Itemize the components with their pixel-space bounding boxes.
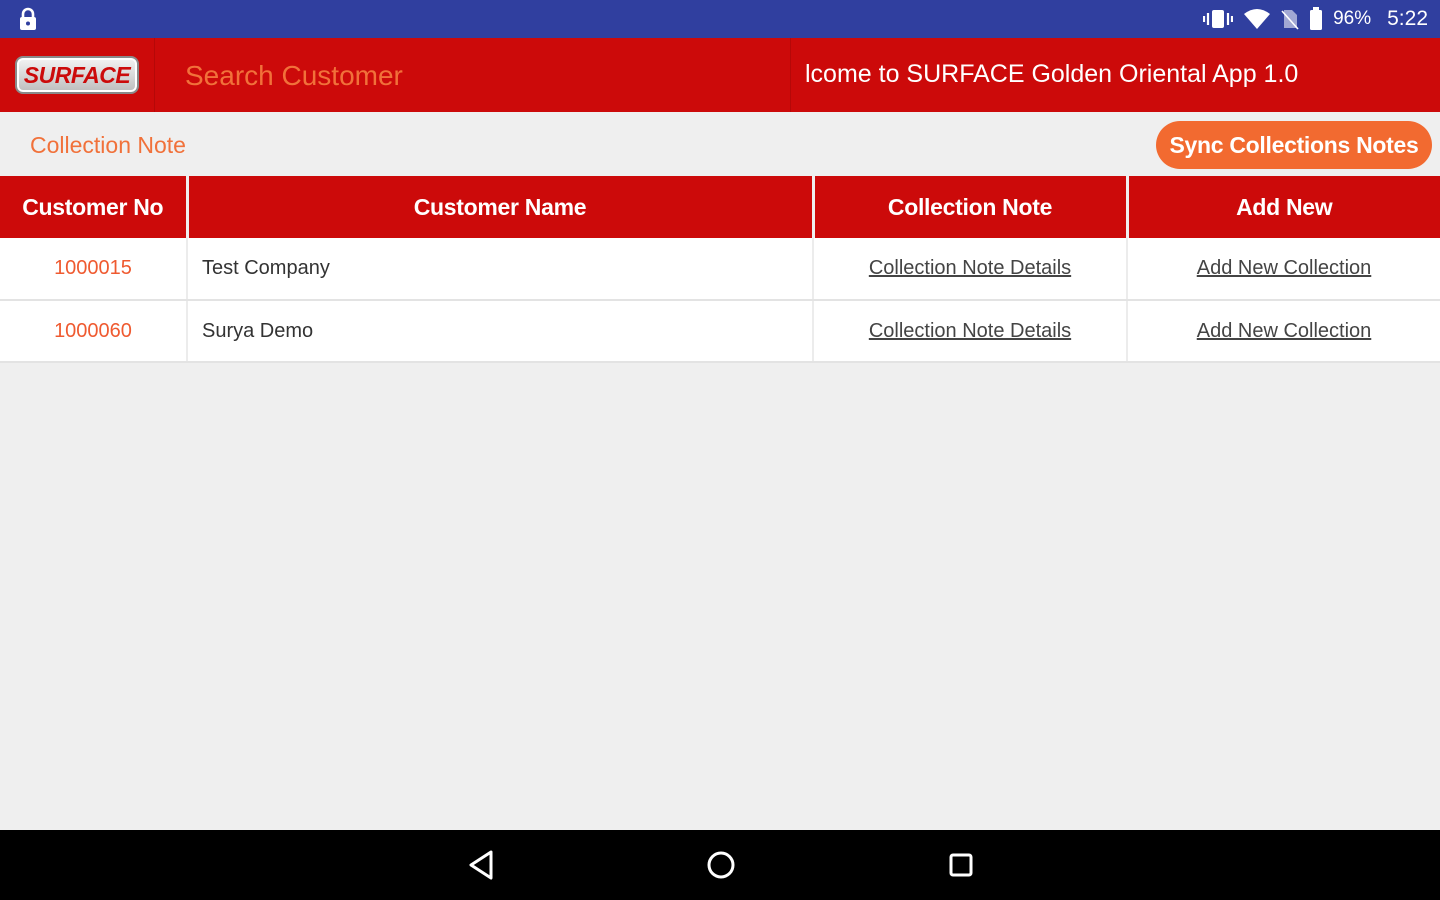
collection-note-details-link[interactable]: Collection Note Details <box>869 257 1071 279</box>
add-new-collection-link[interactable]: Add New Collection <box>1197 257 1372 279</box>
collection-note-cell: Collection Note Details <box>813 238 1128 301</box>
customer-no-cell: 1000015 <box>0 238 188 301</box>
column-header-customer-name: Customer Name <box>187 176 815 238</box>
back-button[interactable] <box>463 847 499 883</box>
status-bar: 96% 5:22 <box>0 0 1440 38</box>
clock: 5:22 <box>1387 7 1428 30</box>
logo-container[interactable]: SURFACE <box>0 38 155 112</box>
recent-apps-icon <box>949 853 973 877</box>
recent-apps-button[interactable] <box>943 847 979 883</box>
surface-logo: SURFACE <box>15 56 139 94</box>
column-header-customer-no: Customer No <box>0 176 189 238</box>
battery-icon <box>1310 7 1323 30</box>
customer-table: Customer No Customer Name Collection Not… <box>0 176 1440 363</box>
lock-icon <box>20 7 36 30</box>
sync-collections-button[interactable]: Sync Collections Notes <box>1156 121 1432 169</box>
battery-percent: 96% <box>1333 8 1372 29</box>
column-header-collection-note: Collection Note <box>813 176 1129 238</box>
app-header: SURFACE Search Customer lcome to SURFACE… <box>0 38 1440 112</box>
welcome-marquee: lcome to SURFACE Golden Oriental App 1.0 <box>805 60 1299 88</box>
home-icon <box>707 851 735 879</box>
home-button[interactable] <box>703 847 739 883</box>
customer-no-cell: 1000060 <box>0 300 188 363</box>
column-header-add-new: Add New <box>1127 176 1440 238</box>
no-sim-icon <box>1281 10 1299 30</box>
sub-header: Collection Note Sync Collections Notes <box>0 112 1440 176</box>
page-title: Collection Note <box>30 132 186 158</box>
table-row: 1000015 Test Company Collection Note Det… <box>0 238 1440 301</box>
customer-name-cell: Surya Demo <box>187 300 814 363</box>
search-customer-link[interactable]: Search Customer <box>185 38 403 112</box>
add-new-cell: Add New Collection <box>1127 238 1440 301</box>
back-icon <box>469 850 493 880</box>
header-divider <box>790 38 791 112</box>
collection-note-cell: Collection Note Details <box>813 300 1128 363</box>
add-new-cell: Add New Collection <box>1127 300 1440 363</box>
status-indicators: 96% 5:22 <box>1203 0 1428 38</box>
wifi-icon <box>1244 9 1271 29</box>
navigation-bar <box>0 830 1440 900</box>
table-header-row: Customer No Customer Name Collection Not… <box>0 176 1440 238</box>
customer-name-cell: Test Company <box>187 238 814 301</box>
add-new-collection-link[interactable]: Add New Collection <box>1197 320 1372 342</box>
collection-note-details-link[interactable]: Collection Note Details <box>869 320 1071 342</box>
vibrate-icon <box>1203 10 1234 28</box>
table-row: 1000060 Surya Demo Collection Note Detai… <box>0 300 1440 363</box>
